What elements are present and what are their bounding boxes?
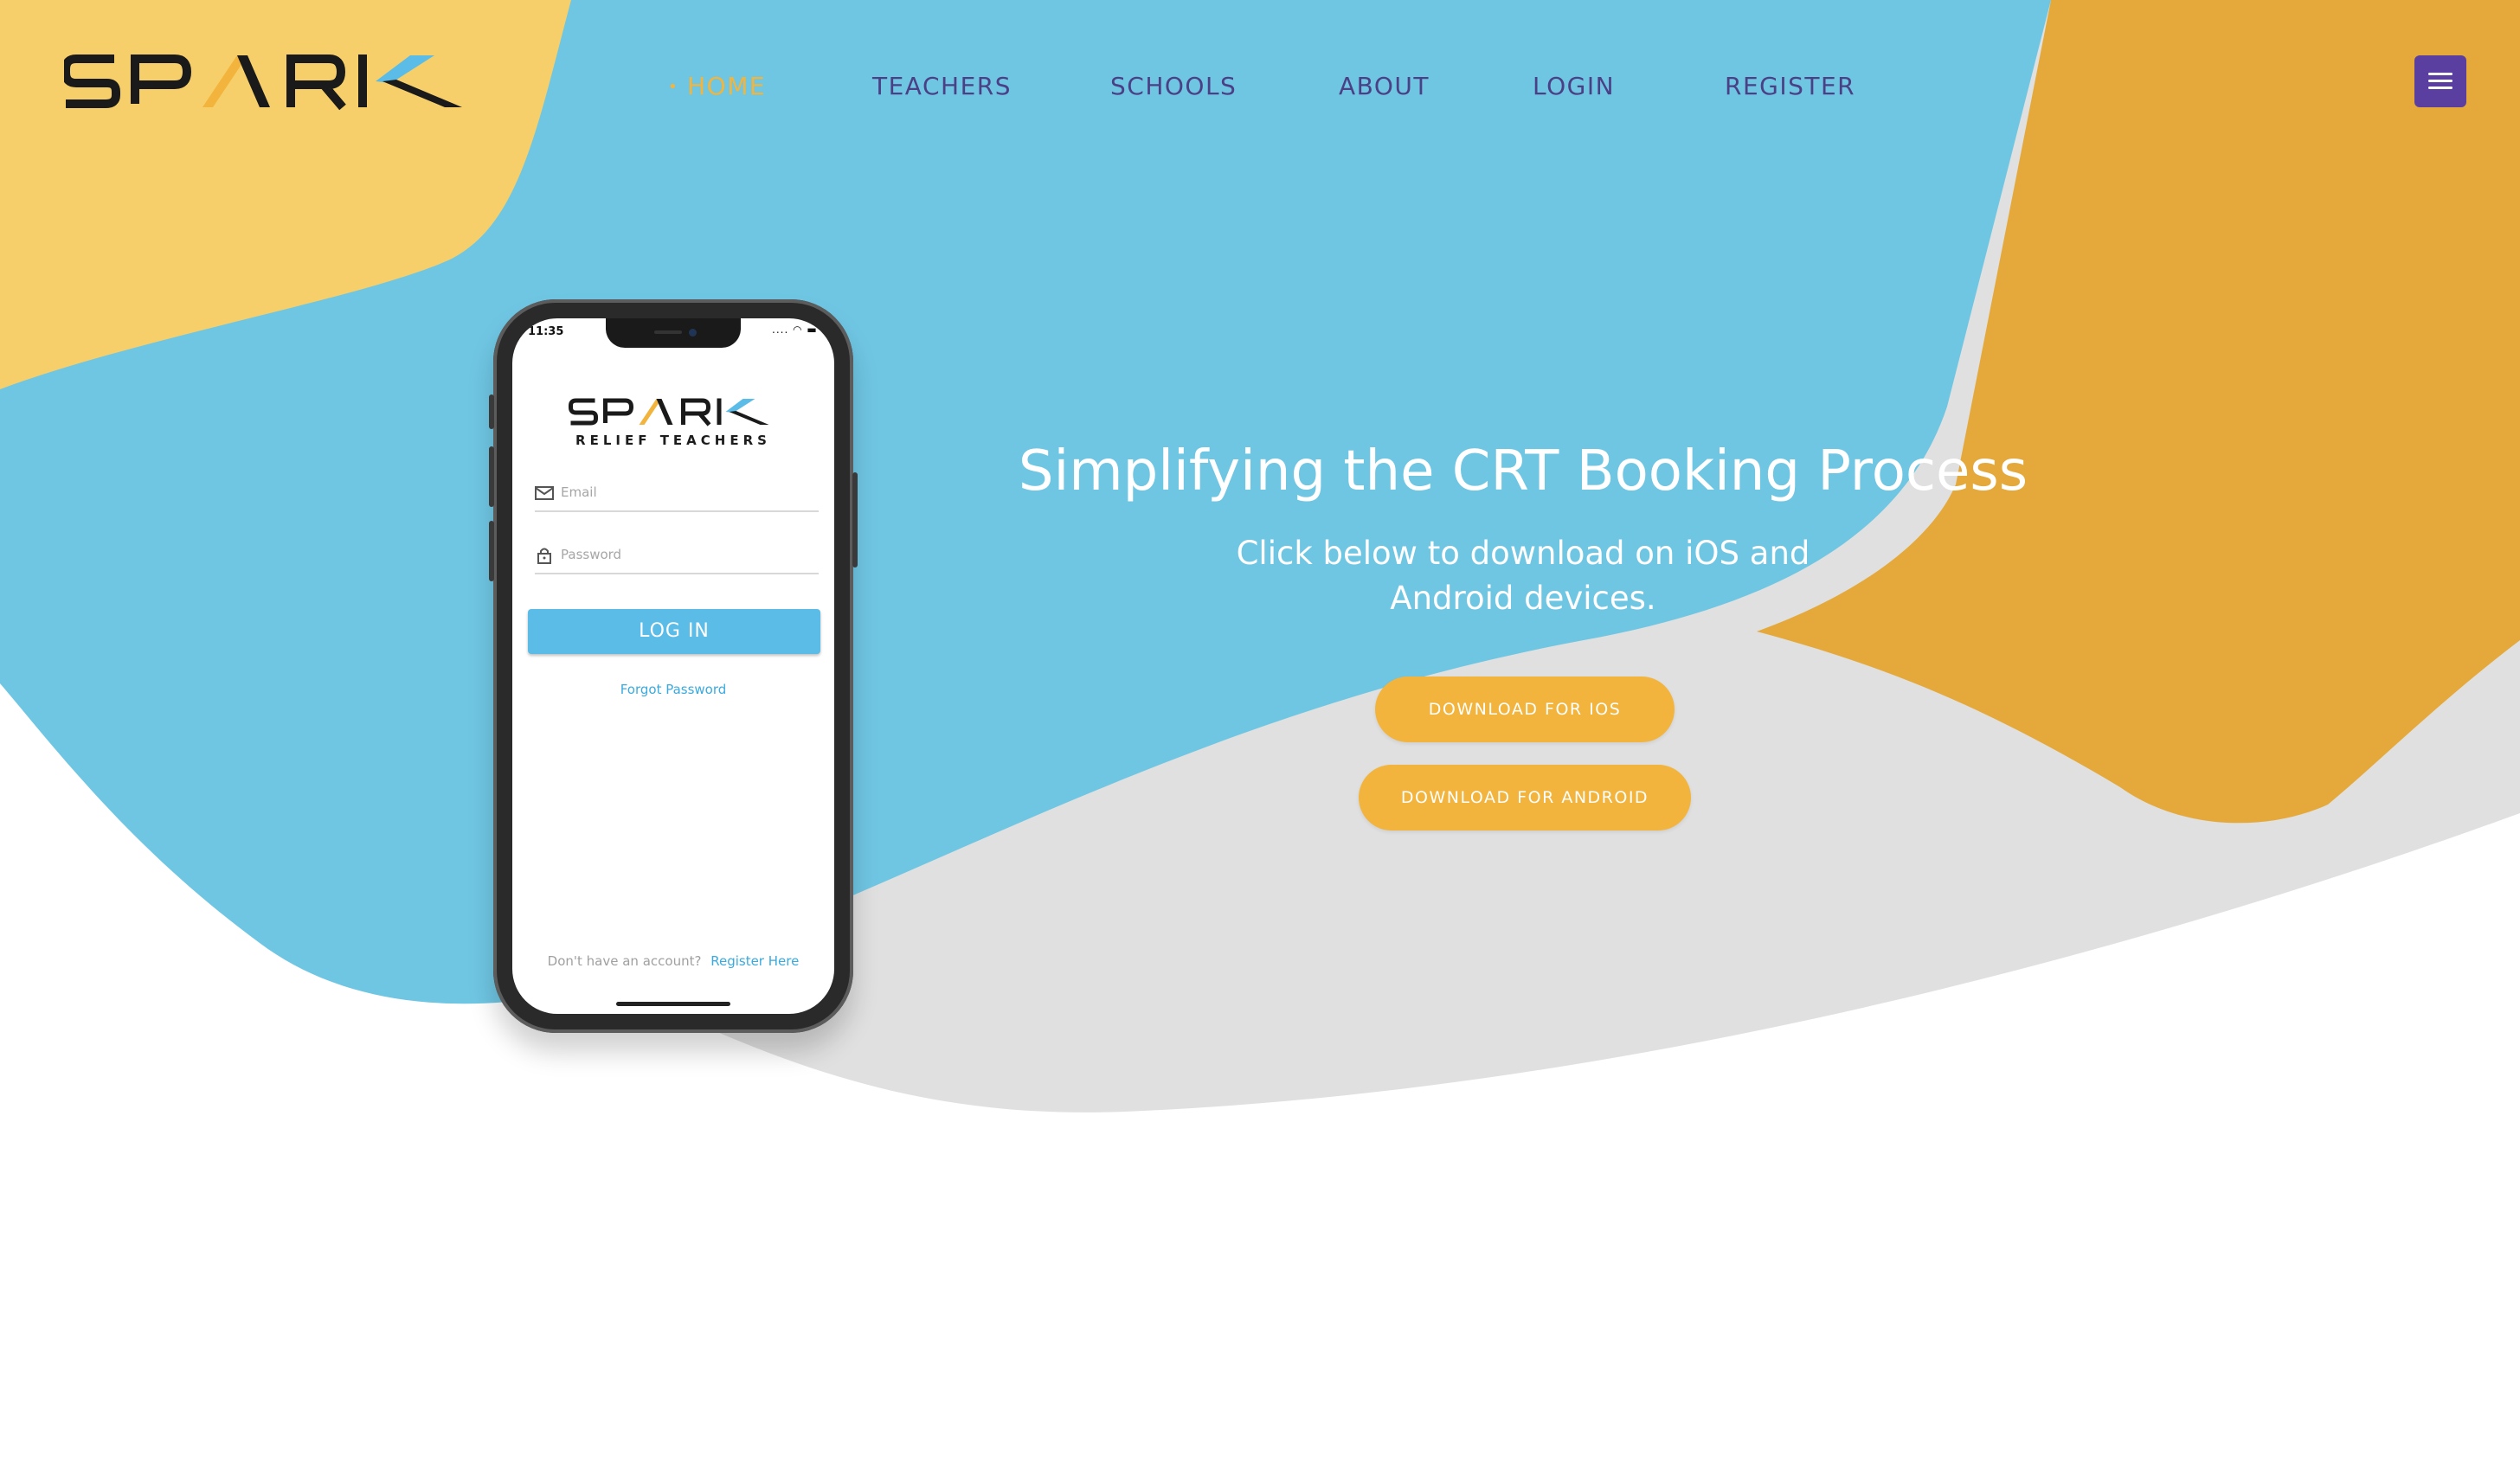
app-login-button[interactable]: LOG IN [528,609,820,654]
home-indicator [616,1002,730,1006]
download-android-button[interactable]: DOWNLOAD FOR ANDROID [1359,765,1691,830]
status-time: 11:35 [528,325,564,338]
app-subtitle: RELIEF TEACHERS [575,433,771,448]
hamburger-menu-button[interactable] [2414,55,2466,107]
email-field[interactable]: Email [535,476,819,512]
register-here-link[interactable]: Register Here [710,953,799,969]
email-placeholder: Email [561,484,597,500]
hero-subtitle-line2: Android devices. [1390,580,1656,617]
lock-icon [537,548,551,564]
nav-about[interactable]: ABOUT [1339,67,1430,106]
nav-teachers[interactable]: TEACHERS [872,67,1012,106]
no-account-text: Don't have an account? [547,953,702,969]
hero-title: Simplifying the CRT Booking Process [1018,439,2028,503]
hero-subtitle: Click below to download on iOS and Andro… [1134,531,1912,621]
hero-subtitle-line1: Click below to download on iOS and [1236,535,1810,572]
nav-home-label: HOME [687,72,767,100]
mail-icon [535,486,554,500]
app-logo [569,398,769,426]
nav-home[interactable]: • HOME [668,67,766,106]
nav-login[interactable]: LOGIN [1533,67,1615,106]
status-icons: .... ◠ ▬ [772,324,818,336]
active-dot: • [668,78,679,96]
phone-screen: 11:35 .... ◠ ▬ RELIEF TEACHERS Email Pas… [512,318,834,1014]
spark-logo[interactable] [64,50,464,112]
password-placeholder: Password [561,547,622,562]
download-ios-button[interactable]: DOWNLOAD FOR IOS [1375,676,1675,742]
phone-mockup: 11:35 .... ◠ ▬ RELIEF TEACHERS Email Pas… [489,299,858,1033]
password-field[interactable]: Password [535,538,819,574]
background-shapes [0,0,2520,1113]
nav-register[interactable]: REGISTER [1725,67,1855,106]
nav-schools[interactable]: SCHOOLS [1110,67,1237,106]
phone-notch [606,318,741,348]
register-prompt: Don't have an account? Register Here [512,953,834,969]
forgot-password-link[interactable]: Forgot Password [512,682,834,697]
